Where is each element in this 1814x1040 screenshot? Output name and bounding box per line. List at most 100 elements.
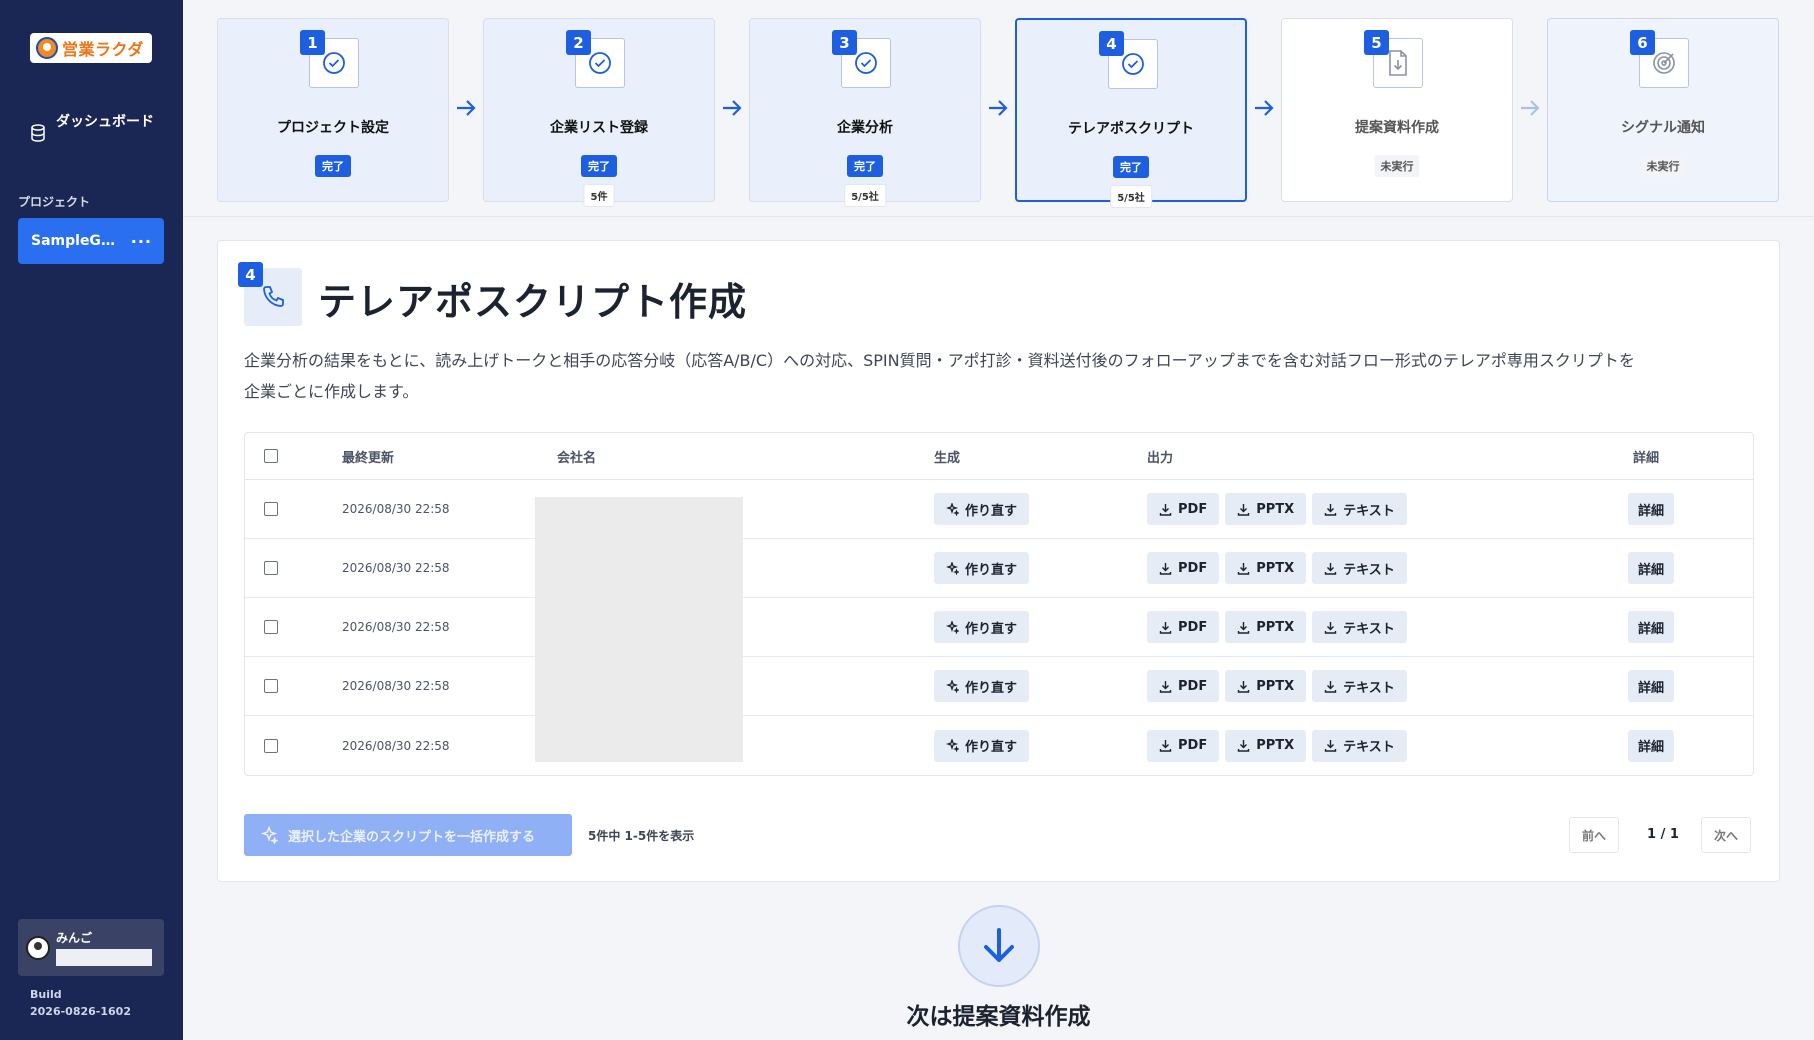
step-number: 3 [832, 30, 857, 55]
table-row: 2026/08/30 22:58 作り直す PDF PPTX テキスト 詳細 [245, 539, 1753, 598]
download-icon [1237, 621, 1250, 634]
detail-button[interactable]: 詳細 [1628, 611, 1675, 643]
next-step-label: 次は提案資料作成 [906, 1004, 1091, 1030]
user-name: みんご [56, 931, 93, 945]
logo-mark-icon [36, 37, 58, 59]
script-creation-panel: 4 テレアポスクリプト作成 企業分析の結果をもとに、読み上げトークと相手の応答分… [217, 240, 1780, 882]
sidebar-item-project[interactable]: SampleGi… ··· [18, 218, 164, 264]
download-pptx-button[interactable]: PPTX [1225, 670, 1307, 702]
download-icon [1324, 680, 1337, 693]
download-pptx-button[interactable]: PPTX [1225, 729, 1307, 762]
download-text-button[interactable]: テキスト [1312, 729, 1407, 762]
regenerate-button[interactable]: 作り直す [934, 670, 1030, 702]
page-title: テレアポスクリプト作成 [318, 280, 748, 324]
table-row: 2026/08/30 22:58 作り直す PDF PPTX テキスト 詳細 [245, 480, 1753, 539]
status-badge: 完了 [315, 155, 351, 177]
arrow-right-icon [989, 100, 1008, 116]
detail-button[interactable]: 詳細 [1628, 493, 1675, 525]
download-pptx-button[interactable]: PPTX [1225, 493, 1307, 525]
download-text-button[interactable]: テキスト [1312, 611, 1407, 643]
count-badge: 5/5社 [1110, 185, 1152, 208]
download-icon [1159, 503, 1172, 516]
step-5-card[interactable]: 5 提案資料作成 未実行 [1281, 18, 1513, 202]
company-script-table: 最終更新 会社名 生成 出力 詳細 2026/08/30 22:58 作り直す PD… [244, 432, 1754, 776]
step-1-card[interactable]: 1 プロジェクト設定 完了 [217, 18, 449, 202]
column-header-company: 会社名 [557, 450, 597, 466]
table-header: 最終更新 会社名 生成 出力 詳細 [245, 433, 1753, 480]
step-2-card[interactable]: 2 企業リスト登録 完了 5件 [483, 18, 715, 207]
regenerate-button[interactable]: 作り直す [934, 552, 1030, 584]
more-options-icon[interactable]: ··· [131, 232, 152, 251]
download-pdf-button[interactable]: PDF [1147, 493, 1220, 525]
download-icon [1324, 562, 1337, 575]
projects-section-label: プロジェクト [18, 195, 91, 209]
step-number: 1 [300, 30, 325, 55]
logo-text: 営業ラクダ [62, 40, 144, 59]
step-number: 2 [566, 30, 591, 55]
row-checkbox[interactable] [264, 620, 278, 634]
user-card[interactable]: みんご [18, 919, 164, 976]
row-checkbox[interactable] [264, 679, 278, 693]
column-header-updated: 最終更新 [342, 450, 395, 466]
download-pdf-button[interactable]: PDF [1147, 611, 1220, 643]
bulk-create-button[interactable]: 選択した企業のスクリプトを一括作成する [244, 814, 572, 856]
next-page-button[interactable]: 次へ [1701, 817, 1752, 853]
sparkle-icon [260, 826, 278, 844]
download-icon [1237, 562, 1250, 575]
sidebar-item-dashboard-label: ダッシュボード [56, 114, 154, 130]
updated-date: 2026/08/30 22:58 [342, 502, 450, 516]
download-pdf-button[interactable]: PDF [1147, 552, 1220, 584]
company-names-redacted [535, 497, 743, 762]
row-checkbox[interactable] [264, 738, 278, 753]
step-title: 企業リスト登録 [550, 120, 648, 136]
arrow-down-icon [984, 928, 1014, 962]
step-title: 提案資料作成 [1355, 120, 1439, 136]
sparkle-icon [946, 739, 959, 752]
status-badge: 完了 [1113, 156, 1149, 178]
download-pdf-button[interactable]: PDF [1147, 670, 1220, 702]
step-number: 4 [238, 262, 263, 287]
download-icon [1324, 739, 1337, 752]
next-step-arrow[interactable] [958, 905, 1040, 987]
step-title: 企業分析 [837, 120, 893, 136]
download-icon [1324, 621, 1337, 634]
detail-button[interactable]: 詳細 [1628, 670, 1675, 702]
step-title: テレアポスクリプト [1068, 121, 1194, 137]
step-4-card[interactable]: 4 テレアポスクリプト 完了 5/5社 [1015, 18, 1247, 208]
step-3-card[interactable]: 3 企業分析 完了 5/5社 [749, 18, 981, 207]
download-text-button[interactable]: テキスト [1312, 670, 1407, 702]
step-6-card[interactable]: 6 シグナル通知 未実行 [1547, 18, 1779, 202]
row-checkbox[interactable] [264, 502, 278, 516]
detail-button[interactable]: 詳細 [1628, 552, 1675, 584]
sparkle-icon [946, 502, 959, 516]
column-header-detail: 詳細 [1633, 450, 1660, 466]
sidebar-item-dashboard[interactable]: ダッシュボード [30, 112, 160, 142]
table-row: 2026/08/30 22:58 作り直す PDF PPTX テキスト 詳細 [245, 716, 1753, 775]
regenerate-button[interactable]: 作り直す [934, 611, 1030, 643]
download-text-button[interactable]: テキスト [1312, 493, 1407, 525]
updated-date: 2026/08/30 22:58 [342, 679, 450, 693]
download-icon [1159, 562, 1172, 575]
bulk-create-label: 選択した企業のスクリプトを一括作成する [288, 829, 536, 845]
app-logo[interactable]: 営業ラクダ [30, 33, 152, 63]
select-all-checkbox[interactable] [264, 449, 278, 463]
row-checkbox[interactable] [264, 561, 278, 575]
arrow-right-icon [723, 100, 742, 116]
download-pptx-button[interactable]: PPTX [1225, 552, 1307, 584]
table-row: 2026/08/30 22:58 作り直す PDF PPTX テキスト 詳細 [245, 657, 1753, 716]
page-indicator: 1 / 1 [1647, 827, 1679, 842]
prev-page-button[interactable]: 前へ [1569, 817, 1620, 853]
download-pptx-button[interactable]: PPTX [1225, 611, 1307, 643]
download-pdf-button[interactable]: PDF [1147, 729, 1220, 762]
regenerate-button[interactable]: 作り直す [934, 493, 1030, 525]
arrow-right-icon [1521, 100, 1540, 116]
download-icon [1324, 503, 1337, 516]
detail-button[interactable]: 詳細 [1628, 729, 1675, 762]
regenerate-button[interactable]: 作り直す [934, 729, 1030, 762]
download-icon [1237, 503, 1250, 516]
count-badge: 5/5社 [844, 184, 886, 207]
download-icon [1237, 680, 1250, 693]
database-icon [31, 124, 45, 142]
status-badge: 完了 [581, 155, 617, 177]
download-text-button[interactable]: テキスト [1312, 552, 1407, 584]
